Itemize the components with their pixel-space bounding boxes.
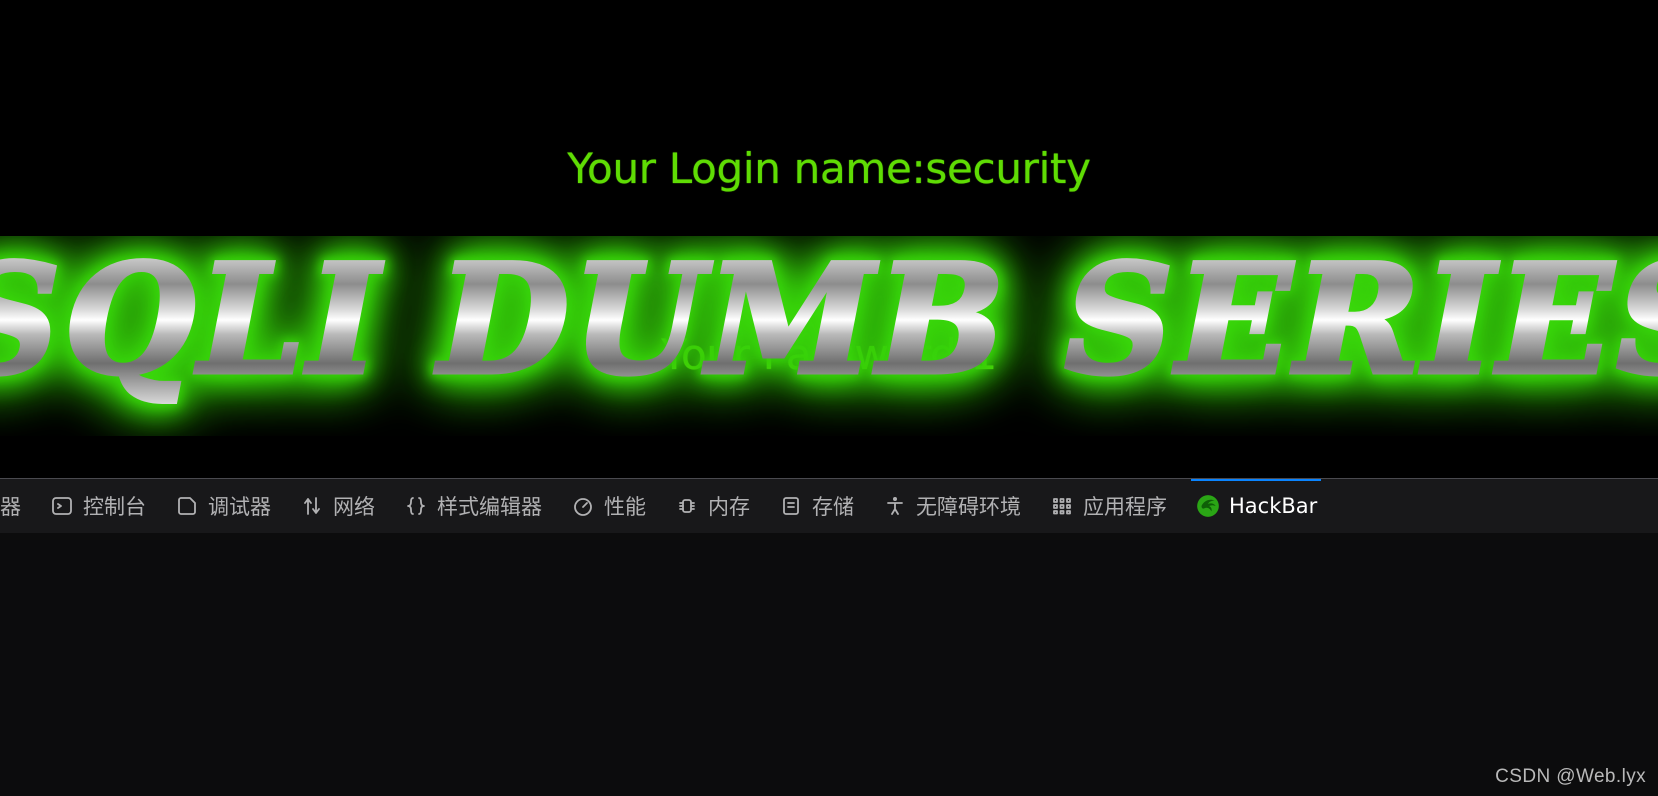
devtools-panel: 器控制台调试器网络样式编辑器性能内存存储无障碍环境应用程序HackBar Enc… bbox=[0, 478, 1658, 796]
devtools-tab-debugger[interactable]: 调试器 bbox=[160, 479, 285, 533]
accessibility-icon bbox=[882, 493, 908, 519]
application-icon bbox=[1049, 493, 1075, 519]
devtools-tab-label: 内存 bbox=[708, 495, 750, 519]
devtools-tab-label: 调试器 bbox=[208, 495, 271, 519]
devtools-tab-label: 样式编辑器 bbox=[437, 495, 542, 519]
screenshot-root: Your Login name:security Your Password:1… bbox=[0, 0, 1658, 796]
devtools-tab-storage[interactable]: 存储 bbox=[764, 479, 868, 533]
devtools-tab-label: 网络 bbox=[333, 495, 375, 519]
style-editor-icon bbox=[403, 493, 429, 519]
devtools-tab-label: 无障碍环境 bbox=[916, 495, 1021, 519]
banner-metallic-text: SQLI DUMB SERIES bbox=[0, 236, 1658, 411]
performance-icon bbox=[570, 493, 596, 519]
devtools-tab-style-editor[interactable]: 样式编辑器 bbox=[389, 479, 556, 533]
devtools-tab-console[interactable]: 控制台 bbox=[35, 479, 160, 533]
devtools-tab-label: 存储 bbox=[812, 495, 854, 519]
storage-icon bbox=[778, 493, 804, 519]
devtools-tab-label: 应用程序 bbox=[1083, 495, 1167, 519]
devtools-tab-label: 性能 bbox=[604, 495, 646, 519]
csdn-watermark: CSDN @Web.lyx bbox=[1495, 766, 1646, 787]
devtools-tab-application[interactable]: 应用程序 bbox=[1035, 479, 1181, 533]
devtools-tab-memory[interactable]: 内存 bbox=[660, 479, 764, 533]
devtools-tab-inspector[interactable]: 器 bbox=[0, 479, 35, 533]
devtools-tab-label: 控制台 bbox=[83, 495, 146, 519]
sqli-web-page: Your Login name:security Your Password:1… bbox=[0, 0, 1658, 478]
devtools-tab-accessibility[interactable]: 无障碍环境 bbox=[868, 479, 1035, 533]
devtools-tab-label: 器 bbox=[0, 495, 21, 519]
console-icon bbox=[49, 493, 75, 519]
memory-icon bbox=[674, 493, 700, 519]
devtools-tab-performance[interactable]: 性能 bbox=[556, 479, 660, 533]
debugger-icon bbox=[174, 493, 200, 519]
devtools-tab-network[interactable]: 网络 bbox=[285, 479, 389, 533]
devtools-tab-bar: 器 控制台 调试器 网络 样式编辑器 性能 内存 存储 无障碍环境 应用程序 HackBar bbox=[0, 478, 1658, 534]
sqli-banner: SQLI DUMB SERIES SQLI DUMB SERIES bbox=[0, 236, 1658, 436]
devtools-tab-hackbar[interactable]: HackBar bbox=[1181, 479, 1331, 533]
hackbar-icon bbox=[1195, 493, 1221, 519]
login-name-line: Your Login name:security bbox=[567, 144, 1091, 193]
network-icon bbox=[299, 493, 325, 519]
devtools-tab-label: HackBar bbox=[1229, 494, 1318, 518]
